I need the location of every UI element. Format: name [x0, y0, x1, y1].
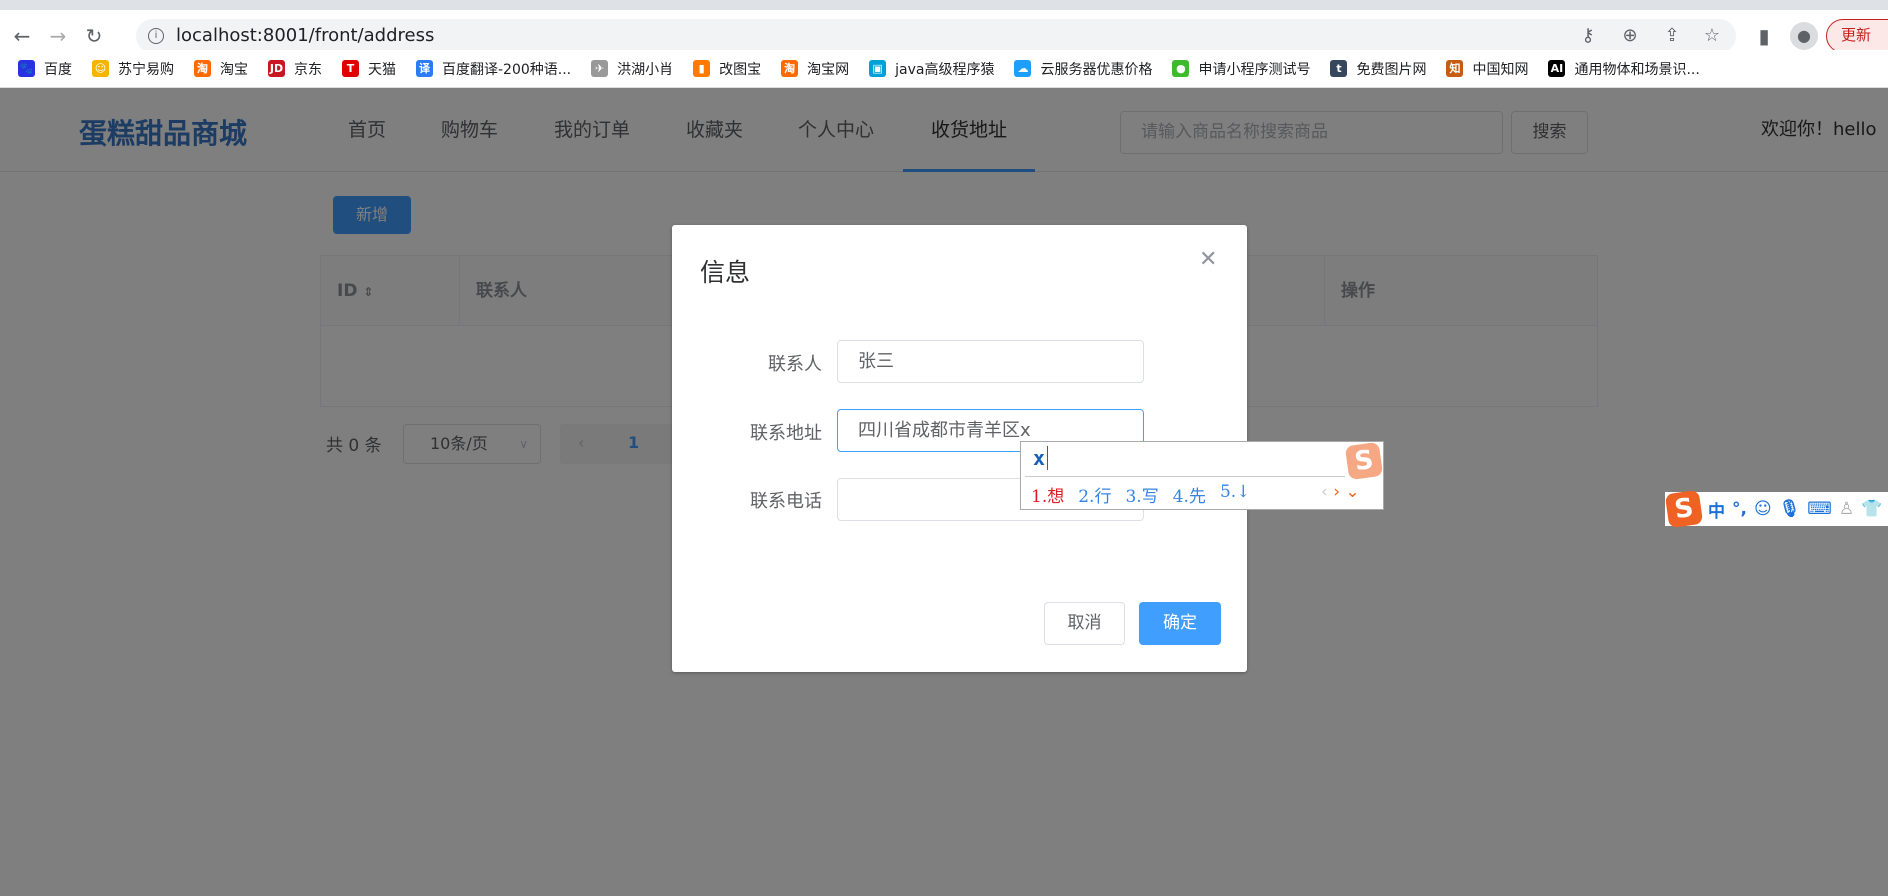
user-icon[interactable]: ♙: [1839, 499, 1854, 519]
phone-label: 联系电话: [750, 491, 822, 512]
bookmarks-bar: 🐾 百度 ☺ 苏宁易购淘淘宝 JD 京东 T 天猫译百度翻译-200种语... ✈ 洪湖小肖 ▮ 改图…: [0, 50, 1888, 88]
tumblr-icon: t: [1330, 60, 1348, 77]
gaitubao-icon: ▮: [693, 60, 711, 77]
address-bar[interactable]: i localhost:8001/front/address ⚷ ⊕ ⇪ ☆: [136, 19, 1736, 53]
key-icon[interactable]: ⚷: [1576, 24, 1600, 48]
bookmark-item[interactable]: 🐾 百度: [18, 59, 72, 79]
side-panel-icon[interactable]: ▮: [1752, 24, 1776, 48]
ime-candidate[interactable]: 5.↓: [1220, 482, 1250, 507]
ime-toolbar: S 中 °, ☺ 🎙 ⌨ ♙ 👕: [1664, 489, 1888, 529]
bird-icon: ✈: [591, 60, 609, 77]
ai-icon: AI: [1548, 60, 1566, 77]
bookmark-item[interactable]: ☺ 苏宁易购: [92, 59, 174, 79]
suning-icon: ☺: [92, 60, 109, 77]
contact-label: 联系人: [768, 354, 822, 375]
ime-candidate[interactable]: 2.行: [1078, 482, 1111, 507]
sogou-logo-icon[interactable]: S: [1664, 489, 1704, 529]
bookmark-label: 苏宁易购: [118, 61, 174, 78]
bookmark-label: 中国知网: [1472, 61, 1529, 78]
emoji-icon[interactable]: ☺: [1754, 499, 1772, 519]
bookmark-label: 洪湖小肖: [617, 61, 674, 78]
close-icon[interactable]: ✕: [1199, 247, 1217, 272]
bookmark-item[interactable]: JD 京东: [268, 59, 322, 79]
baidu-icon: 🐾: [18, 60, 35, 77]
taobao-icon: 淘: [194, 60, 211, 77]
bookmark-item[interactable]: ▮ 改图宝: [693, 59, 761, 79]
bookmark-label: 淘宝网: [807, 61, 850, 78]
contact-input[interactable]: 张三: [837, 340, 1144, 383]
bookmark-item[interactable]: t 免费图片网: [1330, 59, 1426, 79]
tab-strip: [0, 0, 1888, 10]
back-icon[interactable]: ←: [10, 24, 34, 48]
bookmark-item[interactable]: ▣ java高级程序猿: [869, 59, 994, 79]
star-icon[interactable]: ☆: [1700, 24, 1724, 48]
bookmark-label: 通用物体和场景识...: [1574, 61, 1700, 78]
share-icon[interactable]: ⇪: [1660, 24, 1684, 48]
bookmark-label: 改图宝: [719, 61, 762, 78]
ime-mode-toggle[interactable]: 中: [1708, 497, 1725, 522]
bookmark-item[interactable]: ● 申请小程序测试号: [1172, 59, 1310, 79]
bilibili-icon: ▣: [869, 60, 887, 77]
tmall-icon: T: [342, 60, 359, 77]
bookmark-item[interactable]: ☁ 云服务器优惠价格: [1014, 59, 1152, 79]
update-button[interactable]: 更新: [1826, 19, 1888, 53]
bookmark-label: 百度翻译-200种语...: [442, 61, 572, 78]
bookmark-label: 天猫: [368, 61, 396, 78]
browser-toolbar: ← → ↻ i localhost:8001/front/address ⚷ ⊕…: [0, 10, 1888, 53]
confirm-button[interactable]: 确定: [1139, 602, 1221, 645]
cnki-icon: 知: [1446, 60, 1464, 77]
zoom-icon[interactable]: ⊕: [1618, 24, 1642, 48]
bookmark-item[interactable]: ✈ 洪湖小肖: [591, 59, 673, 79]
taobao-icon: 淘: [781, 60, 799, 77]
reload-icon[interactable]: ↻: [82, 24, 106, 48]
address-label: 联系地址: [750, 423, 822, 444]
ime-candidate[interactable]: 4.先: [1173, 482, 1206, 507]
bookmark-item[interactable]: T 天猫: [342, 59, 396, 79]
profile-icon[interactable]: ●: [1790, 22, 1818, 50]
divider: [1025, 476, 1345, 477]
forward-icon[interactable]: →: [46, 24, 70, 48]
translate-icon: 译: [416, 60, 433, 77]
skin-icon[interactable]: 👕: [1861, 499, 1882, 519]
ime-page-arrows-icon[interactable]: ‹ › ⌄: [1321, 482, 1360, 502]
microphone-icon[interactable]: 🎙: [1779, 499, 1801, 519]
bookmark-label: 申请小程序测试号: [1198, 61, 1311, 78]
ime-candidate[interactable]: 3.写: [1125, 482, 1158, 507]
cloud-icon: ☁: [1014, 60, 1032, 77]
bookmark-item[interactable]: 知中国知网: [1446, 59, 1528, 79]
bookmark-label: 百度: [44, 61, 72, 78]
info-icon[interactable]: i: [148, 28, 164, 44]
bookmark-label: 免费图片网: [1356, 61, 1427, 78]
dialog-title: 信息: [700, 258, 751, 287]
ime-punct-toggle[interactable]: °,: [1732, 499, 1747, 519]
bookmark-label: 淘宝: [220, 61, 248, 78]
bookmark-item[interactable]: AI 通用物体和场景识...: [1548, 59, 1700, 79]
bookmark-item[interactable]: 淘淘宝网: [781, 59, 849, 79]
keyboard-icon[interactable]: ⌨: [1807, 499, 1832, 519]
jd-icon: JD: [268, 60, 285, 77]
url-text[interactable]: localhost:8001/front/address: [176, 19, 434, 53]
wechat-icon: ●: [1172, 60, 1190, 77]
ime-composition: x: [1033, 446, 1049, 470]
bookmark-label: 云服务器优惠价格: [1040, 61, 1153, 78]
bookmark-label: java高级程序猿: [895, 61, 995, 78]
bookmark-item[interactable]: 淘淘宝: [194, 59, 248, 79]
sogou-logo-icon: S: [1344, 441, 1384, 481]
cancel-button[interactable]: 取消: [1044, 602, 1125, 645]
ime-candidate-window: x S 1.想 2.行 3.写 4.先 5.↓ ‹ › ⌄: [1020, 441, 1384, 510]
ime-candidates: 1.想 2.行 3.写 4.先 5.↓: [1031, 482, 1250, 507]
bookmark-label: 京东: [294, 61, 322, 78]
ime-candidate[interactable]: 1.想: [1031, 482, 1064, 507]
bookmark-item[interactable]: 译百度翻译-200种语...: [416, 59, 571, 79]
